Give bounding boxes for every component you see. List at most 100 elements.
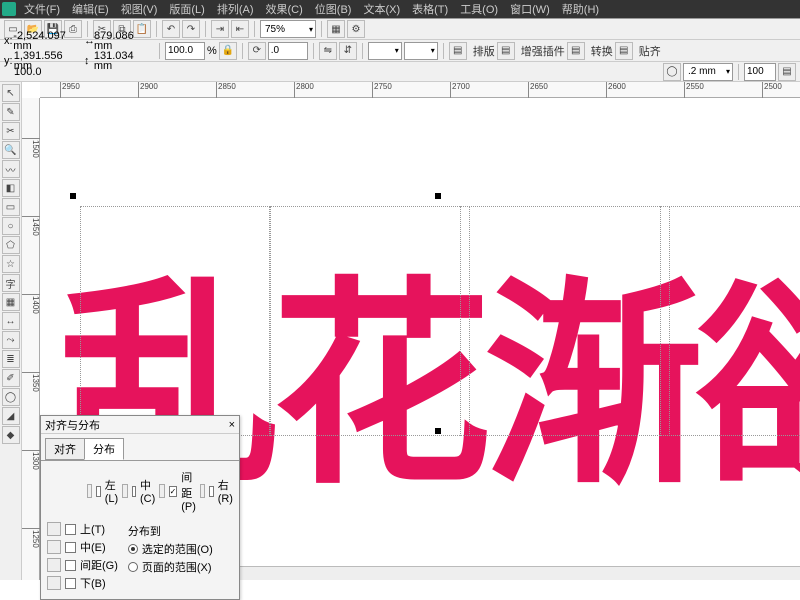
opt-snap[interactable]: 贴齐 (639, 43, 661, 59)
mirror-v-icon[interactable]: ⇵ (339, 42, 357, 60)
tab-distribute[interactable]: 分布 (84, 438, 124, 460)
rectangle-tool-icon[interactable]: ▭ (2, 198, 20, 216)
check-left[interactable] (96, 486, 100, 497)
redo-icon[interactable]: ↷ (182, 20, 200, 38)
check-bottom[interactable] (65, 578, 76, 589)
distribute-to-label: 分布到 (128, 523, 213, 539)
freehand-tool-icon[interactable]: 〰 (2, 160, 20, 178)
polygon-tool-icon[interactable]: ⬠ (2, 236, 20, 254)
menu-arrange[interactable]: 排列(A) (211, 1, 260, 17)
fill-tool-icon[interactable]: ◢ (2, 407, 20, 425)
menu-file[interactable]: 文件(F) (18, 1, 66, 17)
arrange-dropdown-1[interactable] (368, 42, 402, 60)
check-middle[interactable] (65, 542, 76, 553)
zoom-tool-icon[interactable]: 🔍 (2, 141, 20, 159)
selection-handle[interactable] (70, 193, 76, 199)
check-right[interactable] (209, 486, 213, 497)
options-icon[interactable]: ⚙ (347, 20, 365, 38)
property-bar: x:-2,524.097 mm y:1,391.556 mm ↔879.086 … (0, 40, 800, 62)
dialog-title-text: 对齐与分布 (45, 417, 100, 433)
import-icon[interactable]: ⇥ (211, 20, 229, 38)
dist-center-icon (122, 484, 127, 498)
menu-window[interactable]: 窗口(W) (504, 1, 556, 17)
menu-tools[interactable]: 工具(O) (454, 1, 504, 17)
menu-effects[interactable]: 效果(C) (260, 1, 309, 17)
dist-right-icon (200, 484, 205, 498)
scale-x-input[interactable]: 100.0 (165, 42, 205, 60)
ellipse-tool-icon[interactable]: ○ (2, 217, 20, 235)
dialog-tabs: 对齐 分布 (41, 434, 239, 460)
opt-plugin[interactable]: 增强插件 (521, 43, 565, 59)
close-icon[interactable]: × (229, 419, 235, 431)
dist-left-icon (87, 484, 92, 498)
toolbox: ↖ ✎ ✂ 🔍 〰 ◧ ▭ ○ ⬠ ☆ 字 ▦ ↔ ⤳ ≣ ✐ ◯ ◢ ◆ (0, 82, 22, 580)
menu-bitmap[interactable]: 位图(B) (309, 1, 358, 17)
dist-top-icon (47, 522, 61, 536)
dist-mid-icon (47, 540, 61, 554)
rotate-icon: ⟳ (248, 42, 266, 60)
eyedropper-tool-icon[interactable]: ✐ (2, 369, 20, 387)
menu-edit[interactable]: 编辑(E) (66, 1, 115, 17)
interactive-fill-icon[interactable]: ◆ (2, 426, 20, 444)
dimension-tool-icon[interactable]: ↔ (2, 312, 20, 330)
shape-tool-icon[interactable]: ✎ (2, 103, 20, 121)
menu-bar: 文件(F) 编辑(E) 视图(V) 版面(L) 排列(A) 效果(C) 位图(B… (0, 0, 800, 18)
percent-label: % (207, 45, 217, 57)
node-outline (270, 206, 470, 436)
dialog-body: 左(L) 中(C) 间距(P) 右(R) 上(T) 中(E) 间距(G) 下(B… (41, 460, 239, 599)
smartfill-tool-icon[interactable]: ◧ (2, 179, 20, 197)
lock-ratio-icon[interactable]: 🔒 (219, 42, 237, 60)
check-top[interactable] (65, 524, 76, 535)
text-tool-icon[interactable]: 字 (2, 274, 20, 292)
opt-icon[interactable]: ▤ (567, 42, 585, 60)
scale-readout: 100.0 (4, 67, 82, 77)
outline-width-dropdown[interactable]: .2 mm (683, 63, 733, 81)
arrange-dropdown-2[interactable] (404, 42, 438, 60)
dist-spacing-icon (159, 484, 164, 498)
table-tool-icon[interactable]: ▦ (2, 293, 20, 311)
opt-paiban[interactable]: 排版 (473, 43, 495, 59)
tab-align[interactable]: 对齐 (45, 438, 85, 460)
shapes-tool-icon[interactable]: ☆ (2, 255, 20, 273)
snap-icon[interactable]: ▦ (327, 20, 345, 38)
opt-icon[interactable]: ▤ (449, 42, 467, 60)
dialog-titlebar[interactable]: 对齐与分布 × (41, 416, 239, 434)
selection-handle[interactable] (435, 193, 441, 199)
position-readout: x:-2,524.097 mm y:1,391.556 mm (4, 31, 82, 71)
ruler-horizontal: 2950 2900 2850 2800 2750 2700 2650 2600 … (40, 82, 800, 98)
app-icon (2, 2, 16, 16)
size-readout: ↔879.086 mm ↕131.034 mm (84, 31, 154, 71)
menu-layout[interactable]: 版面(L) (163, 1, 210, 17)
ruler-vertical: 1500 1450 1400 1350 1300 1250 (22, 98, 40, 580)
menu-view[interactable]: 视图(V) (115, 1, 164, 17)
check-gap[interactable] (65, 560, 76, 571)
menu-help[interactable]: 帮助(H) (556, 1, 605, 17)
check-center[interactable] (132, 486, 136, 497)
blend-tool-icon[interactable]: ≣ (2, 350, 20, 368)
dist-gap-icon (47, 558, 61, 572)
node-outline (80, 206, 270, 436)
num-input[interactable]: 100 (744, 63, 776, 81)
connector-tool-icon[interactable]: ⤳ (2, 331, 20, 349)
outlinepen-tool-icon[interactable]: ◯ (2, 388, 20, 406)
radio-selection[interactable] (128, 544, 138, 554)
opt-icon[interactable]: ▤ (497, 42, 515, 60)
mirror-h-icon[interactable]: ⇋ (319, 42, 337, 60)
menu-table[interactable]: 表格(T) (406, 1, 454, 17)
rotate-input[interactable]: .0 (268, 42, 308, 60)
align-distribute-dialog[interactable]: 对齐与分布 × 对齐 分布 左(L) 中(C) 间距(P) 右(R) 上(T) … (40, 415, 240, 600)
check-spacing[interactable] (169, 486, 178, 497)
node-outline (660, 206, 800, 436)
zoom-dropdown[interactable]: 75% (260, 20, 316, 38)
menu-text[interactable]: 文本(X) (357, 1, 406, 17)
outline-icon[interactable]: ◯ (663, 63, 681, 81)
dist-bottom-icon (47, 576, 61, 590)
node-outline (460, 206, 670, 436)
spinner-icon[interactable]: ▤ (778, 63, 796, 81)
undo-icon[interactable]: ↶ (162, 20, 180, 38)
export-icon[interactable]: ⇤ (231, 20, 249, 38)
crop-tool-icon[interactable]: ✂ (2, 122, 20, 140)
opt-icon[interactable]: ▤ (615, 42, 633, 60)
pick-tool-icon[interactable]: ↖ (2, 84, 20, 102)
opt-convert[interactable]: 转换 (591, 43, 613, 59)
